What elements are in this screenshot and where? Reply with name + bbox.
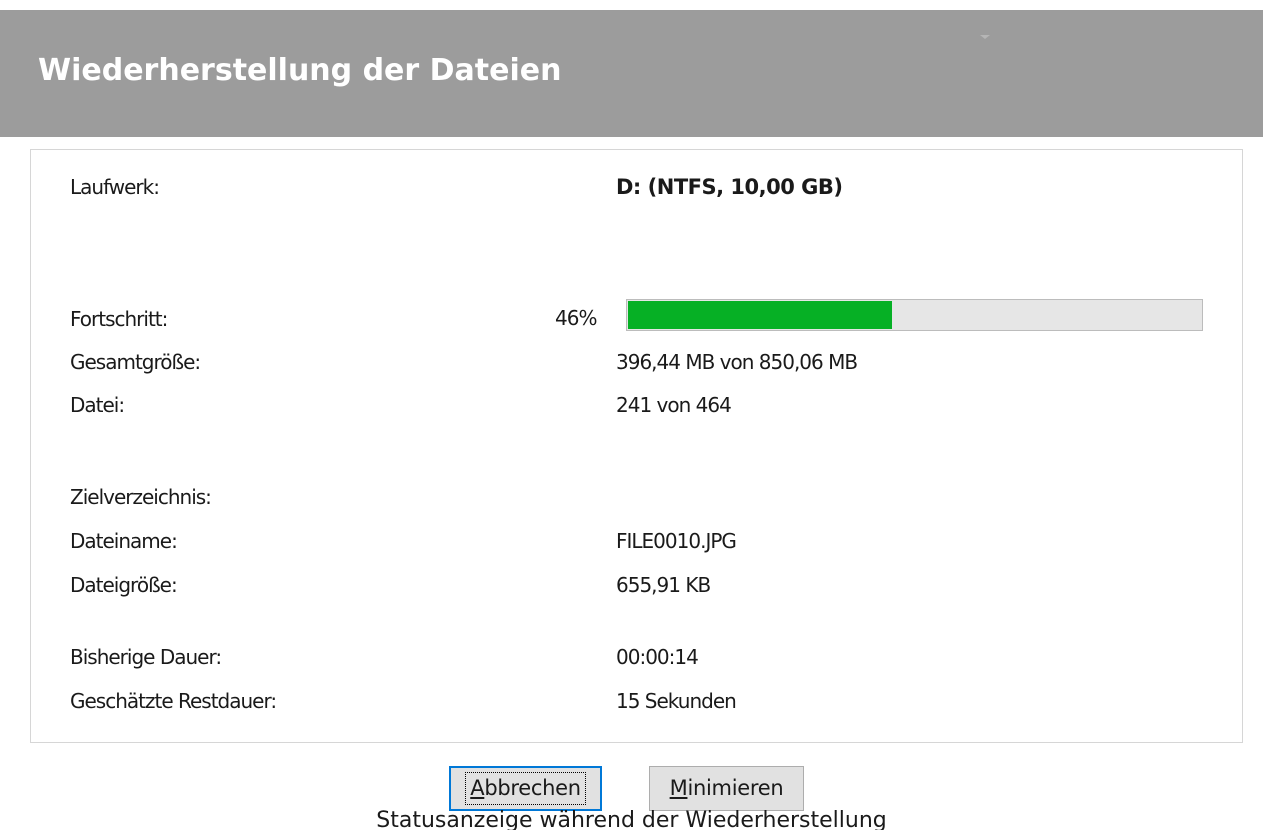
remaining-label: Geschätzte Restdauer:: [70, 689, 277, 713]
progress-label: Fortschritt:: [70, 307, 168, 331]
minimize-button[interactable]: Minimieren: [649, 766, 804, 811]
recovery-dialog: Wiederherstellung der Dateien Laufwerk: …: [0, 0, 1263, 830]
cancel-button[interactable]: Abbrechen: [449, 766, 602, 811]
dialog-header: Wiederherstellung der Dateien: [0, 10, 1263, 137]
filename-value: FILE0010.JPG: [616, 529, 737, 553]
progress-bar: [626, 299, 1203, 331]
minimize-accel: M: [669, 776, 688, 800]
drive-label: Laufwerk:: [70, 175, 160, 199]
progress-bar-fill: [628, 301, 892, 329]
progress-percent: 46%: [555, 306, 597, 330]
file-count-label: Datei:: [70, 393, 125, 417]
cancel-label: bbrechen: [484, 776, 581, 800]
drive-value: D: (NTFS, 10,00 GB): [616, 175, 843, 199]
elapsed-label: Bisherige Dauer:: [70, 645, 222, 669]
total-size-label: Gesamtgröße:: [70, 350, 201, 374]
minimize-label: inimieren: [687, 776, 784, 800]
figure-caption: Statusanzeige während der Wiederherstell…: [376, 808, 887, 830]
filesize-value: 655,91 KB: [616, 573, 711, 597]
target-dir-label: Zielverzeichnis:: [70, 485, 212, 509]
filename-label: Dateiname:: [70, 529, 178, 553]
file-count-value: 241 von 464: [616, 393, 732, 417]
total-size-value: 396,44 MB von 850,06 MB: [616, 350, 858, 374]
cancel-accel: A: [470, 776, 485, 800]
cancel-button-focus: Abbrechen: [465, 772, 586, 805]
chevron-down-icon: [980, 35, 990, 39]
remaining-value: 15 Sekunden: [616, 689, 737, 713]
dialog-title: Wiederherstellung der Dateien: [38, 53, 562, 88]
filesize-label: Dateigröße:: [70, 573, 178, 597]
elapsed-value: 00:00:14: [616, 645, 699, 669]
